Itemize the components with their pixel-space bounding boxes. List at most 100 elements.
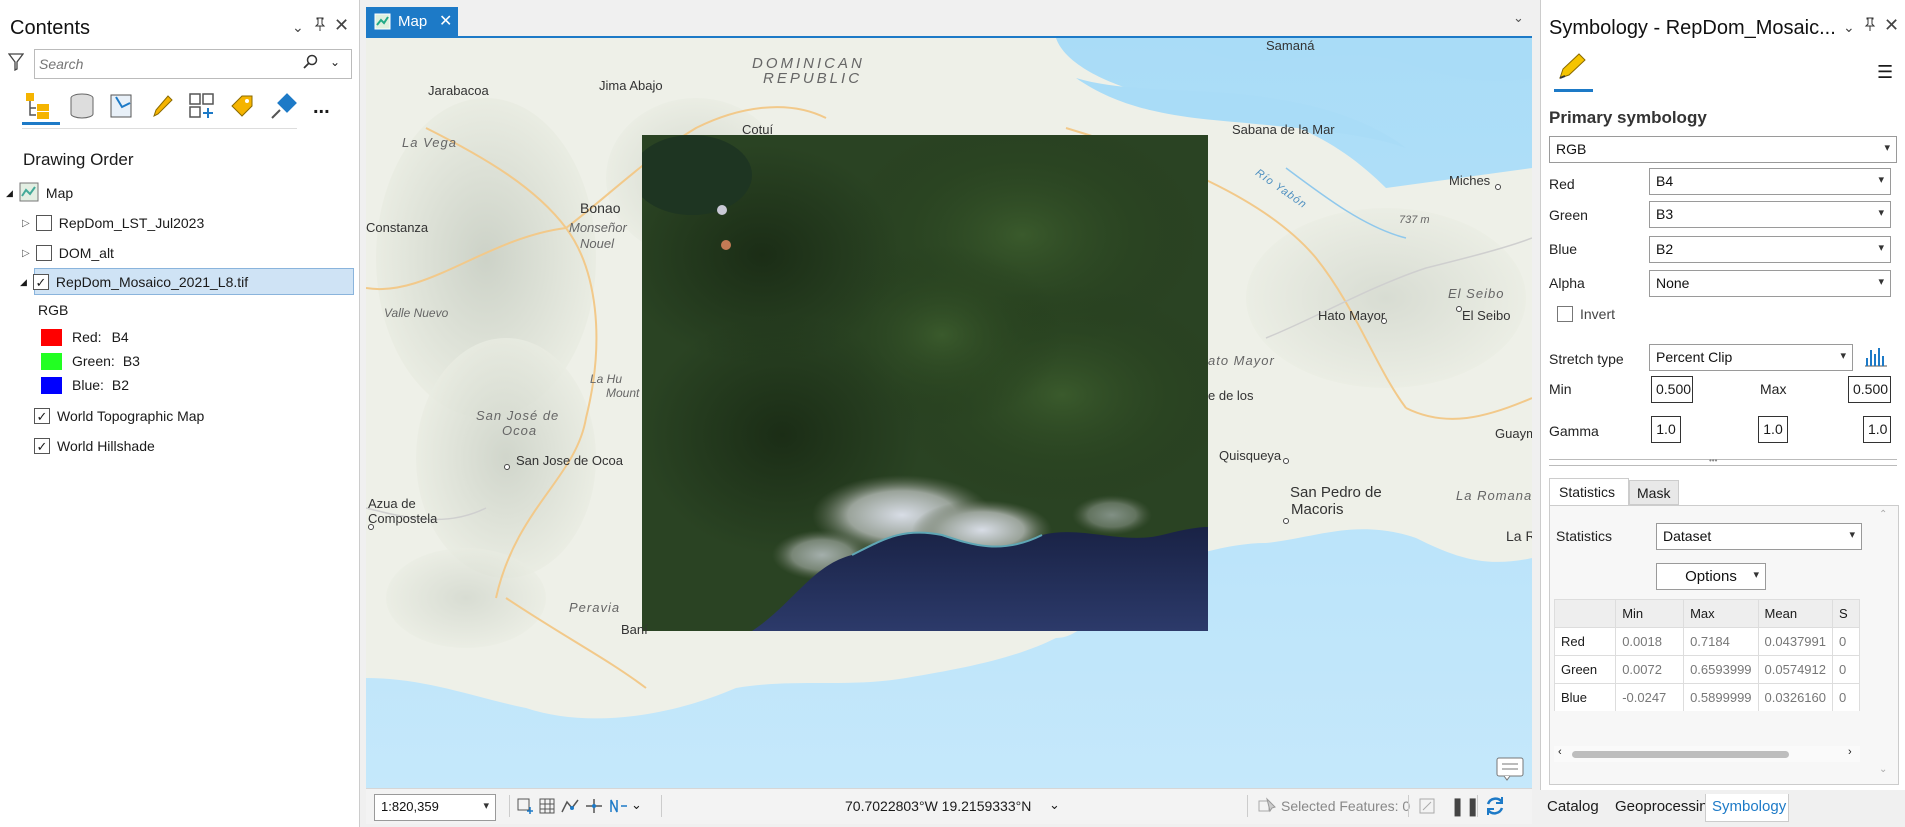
- layer-row-selected[interactable]: ◢ ✓ RepDom_Mosaico_2021_L8.tif: [20, 270, 248, 294]
- map-label: e de los: [1208, 388, 1254, 403]
- selected-features-count[interactable]: Selected Features: 0: [1281, 798, 1410, 814]
- list-by-perspective-imagery-icon[interactable]: [268, 92, 298, 127]
- tab-map[interactable]: Map ✕: [366, 7, 458, 36]
- tab-mask[interactable]: Mask: [1629, 480, 1679, 505]
- pane-options-icon[interactable]: ⌄: [292, 19, 304, 36]
- map-notes-icon[interactable]: [1496, 757, 1524, 786]
- collapse-triangle-icon[interactable]: ◢: [20, 277, 27, 288]
- gamma-blue-input[interactable]: 1.0: [1863, 416, 1891, 443]
- stretch-type-dropdown[interactable]: Percent Clip: [1649, 344, 1853, 371]
- map-label: Azua de: [368, 496, 416, 511]
- statistics-label: Statistics: [1556, 528, 1613, 544]
- map-canvas[interactable]: DOMINICAN REPUBLIC Jarabacoa Jima Abajo …: [366, 36, 1532, 788]
- layer-visibility-checkbox[interactable]: [35, 245, 52, 261]
- scroll-left-icon[interactable]: ‹: [1558, 746, 1562, 758]
- blue-band-dropdown[interactable]: B2: [1649, 236, 1891, 263]
- tab-catalog[interactable]: Catalog: [1547, 798, 1599, 815]
- gamma-green-input[interactable]: 1.0: [1758, 416, 1788, 443]
- horizontal-scrollbar[interactable]: ‹ ›: [1554, 746, 1860, 762]
- band-legend-green: Green: B3: [41, 349, 140, 373]
- pane-options-icon[interactable]: ⌄: [1843, 19, 1855, 36]
- pause-drawing-icon[interactable]: ❚❚: [1450, 796, 1480, 817]
- map-label: Miches: [1449, 173, 1491, 188]
- invert-checkbox[interactable]: [1557, 306, 1573, 322]
- list-by-source-icon[interactable]: [68, 92, 96, 125]
- tab-geoprocessing[interactable]: Geoprocessing: [1615, 798, 1716, 815]
- table-row[interactable]: Green 0.0072 0.6593999 0.0574912 0: [1554, 655, 1860, 684]
- layer-visibility-checkbox[interactable]: [35, 215, 52, 231]
- filter-icon[interactable]: [7, 53, 25, 76]
- layer-name: RepDom_LST_Jul2023: [58, 215, 205, 231]
- green-band-dropdown[interactable]: B3: [1649, 201, 1891, 228]
- map-label: Quisqueya: [1219, 448, 1282, 463]
- expand-triangle-icon[interactable]: ▷: [22, 248, 30, 259]
- tree-map-node[interactable]: ◢ Map: [6, 181, 73, 205]
- gamma-red-input[interactable]: 1.0: [1651, 416, 1681, 443]
- correction-icon[interactable]: [608, 797, 628, 818]
- scale-dropdown[interactable]: 1:820,359: [374, 794, 496, 821]
- scroll-up-icon[interactable]: ⌃: [1879, 509, 1887, 520]
- more-icon[interactable]: ...: [313, 96, 330, 119]
- table-row[interactable]: Red 0.0018 0.7184 0.0437991 0: [1554, 627, 1860, 656]
- basemap-row[interactable]: ✓ World Hillshade: [34, 434, 155, 458]
- tab-list-chevron-icon[interactable]: ⌄: [1513, 10, 1524, 26]
- coordinate-format-chevron-icon[interactable]: ⌄: [1049, 797, 1060, 813]
- map-label: San José de: [476, 408, 560, 423]
- scroll-right-icon[interactable]: ›: [1848, 746, 1852, 758]
- layer-name: RepDom_Mosaico_2021_L8.tif: [55, 274, 249, 290]
- raster-mosaic-image: [642, 135, 1208, 631]
- layer-row[interactable]: ▷ RepDom_LST_Jul2023: [22, 211, 204, 235]
- basemap-row[interactable]: ✓ World Topographic Map: [34, 404, 204, 428]
- band-legend-blue: Blue: B2: [41, 373, 129, 397]
- max-percent-input[interactable]: 0.500: [1848, 376, 1891, 403]
- collapse-triangle-icon[interactable]: ◢: [6, 188, 13, 199]
- statistics-dropdown[interactable]: Dataset: [1656, 523, 1862, 550]
- list-by-editing-icon[interactable]: [148, 92, 176, 125]
- search-icon[interactable]: [303, 54, 319, 75]
- constraints-icon[interactable]: [584, 797, 604, 818]
- scroll-down-icon[interactable]: ⌄: [1879, 764, 1887, 775]
- map-label: San Jose de Ocoa: [516, 453, 623, 468]
- pin-icon[interactable]: [1864, 17, 1876, 34]
- layer-visibility-checkbox[interactable]: ✓: [34, 438, 50, 454]
- search-input[interactable]: [39, 54, 299, 74]
- list-by-labeling-icon[interactable]: [228, 92, 256, 125]
- menu-icon[interactable]: ☰: [1877, 62, 1893, 83]
- search-box[interactable]: ⌄: [34, 49, 352, 79]
- clear-selection-icon[interactable]: [1418, 797, 1436, 818]
- max-label: Max: [1760, 381, 1787, 397]
- pin-icon[interactable]: [314, 17, 326, 34]
- fixed-zoom-icon[interactable]: [516, 797, 534, 818]
- min-percent-input[interactable]: 0.500: [1651, 376, 1693, 403]
- search-options-chevron-icon[interactable]: ⌄: [330, 55, 340, 69]
- splitter[interactable]: [1549, 459, 1897, 460]
- layer-row[interactable]: ▷ DOM_alt: [22, 241, 114, 265]
- list-by-snapping-icon[interactable]: [188, 92, 218, 125]
- close-icon[interactable]: ✕: [334, 15, 349, 36]
- primary-symbology-tab-icon[interactable]: [1557, 51, 1587, 86]
- scrollbar-thumb[interactable]: [1572, 751, 1789, 758]
- status-chevron-icon[interactable]: ⌄: [631, 797, 642, 813]
- tab-symbology[interactable]: Symbology: [1712, 798, 1786, 815]
- layer-visibility-checkbox[interactable]: ✓: [34, 408, 50, 424]
- tab-statistics[interactable]: Statistics: [1549, 478, 1629, 505]
- close-icon[interactable]: ✕: [1884, 15, 1899, 36]
- list-by-selection-icon[interactable]: [108, 92, 136, 125]
- invert-option[interactable]: Invert: [1557, 306, 1615, 322]
- table-row[interactable]: Blue -0.0247 0.5899999 0.0326160 0: [1554, 683, 1860, 711]
- map-label: Ocoa: [502, 423, 538, 438]
- map-label: Mount: [606, 386, 640, 400]
- alpha-band-dropdown[interactable]: None: [1649, 270, 1891, 297]
- expand-triangle-icon[interactable]: ▷: [22, 218, 30, 229]
- histogram-icon[interactable]: [1863, 344, 1889, 373]
- red-band-dropdown[interactable]: B4: [1649, 168, 1891, 195]
- layer-visibility-checkbox[interactable]: ✓: [32, 274, 49, 290]
- renderer-dropdown[interactable]: RGB: [1549, 136, 1897, 163]
- snapping-icon[interactable]: [560, 797, 580, 818]
- map-label: Constanza: [366, 220, 429, 235]
- splitter-grip-icon[interactable]: •••: [1709, 456, 1717, 465]
- options-button[interactable]: Options: [1656, 563, 1766, 590]
- refresh-icon[interactable]: [1483, 794, 1507, 821]
- grid-icon[interactable]: [538, 797, 556, 818]
- close-tab-icon[interactable]: ✕: [439, 11, 452, 31]
